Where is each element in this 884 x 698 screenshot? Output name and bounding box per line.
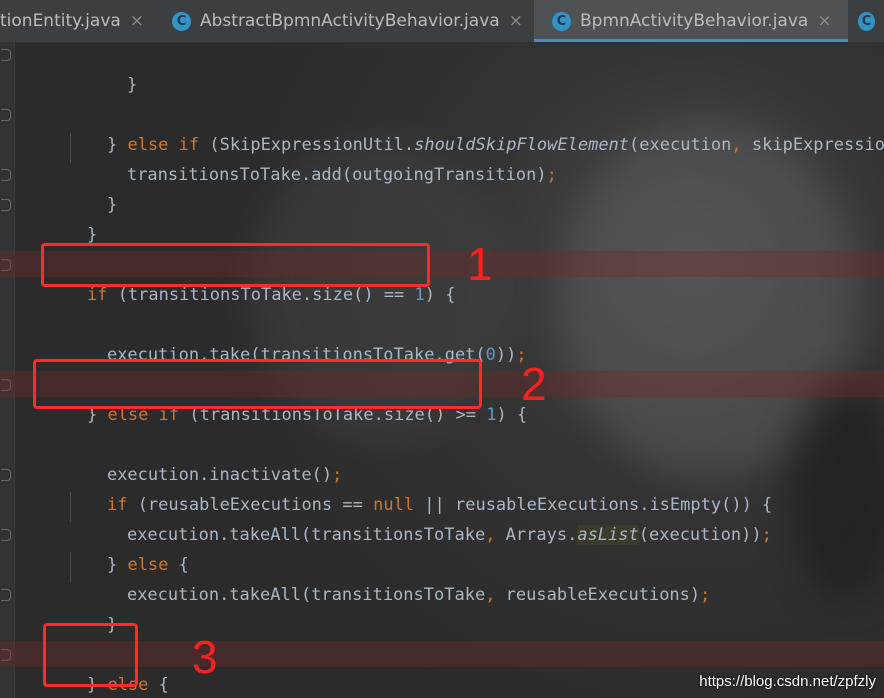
annotation-number-2: 2 xyxy=(521,358,547,410)
fold-icon[interactable] xyxy=(1,109,11,121)
editor-tab-bar: tionEntity.java × C AbstractBpmnActivity… xyxy=(0,0,884,43)
code-line[interactable]: execution.takeAll(transitionsToTake, reu… xyxy=(86,550,710,605)
code-token: )) xyxy=(495,345,517,365)
code-line[interactable]: } xyxy=(86,40,137,95)
annotation-number-1: 1 xyxy=(467,238,493,290)
code-line[interactable]: execution.inactivate(); xyxy=(66,430,342,485)
tab-label: tionEntity.java xyxy=(0,11,121,31)
code-line[interactable]: } xyxy=(46,190,97,245)
code-token: skipExpression)){ xyxy=(751,135,884,155)
code-token: (execution xyxy=(629,135,732,155)
comma-token: , xyxy=(485,525,496,545)
active-tab-indicator xyxy=(534,39,848,42)
close-icon[interactable]: × xyxy=(130,11,144,31)
tab-label: BpmnActivityBehavior.java xyxy=(580,11,809,31)
code-token: (transitionsToTake.size() == xyxy=(117,285,415,305)
close-icon[interactable]: × xyxy=(509,11,523,31)
semicolon-token: ; xyxy=(761,525,772,545)
editor-window: tionEntity.java × C AbstractBpmnActivity… xyxy=(0,0,884,698)
semicolon-token: ; xyxy=(700,585,711,605)
fold-icon[interactable] xyxy=(1,589,11,601)
fold-icon[interactable] xyxy=(1,529,11,541)
code-token: transitionsToTake.add(outgoingTransition… xyxy=(126,165,547,185)
code-token: ) { xyxy=(424,285,456,305)
code-line[interactable]: execution.take(transitionsToTake.get(0))… xyxy=(66,310,527,365)
number-literal: 0 xyxy=(485,345,496,365)
code-line[interactable]: } xyxy=(66,160,117,215)
keyword-if: if xyxy=(86,285,108,305)
code-token: } xyxy=(106,195,118,215)
java-class-icon: C xyxy=(858,11,875,31)
annotation-box-1 xyxy=(41,243,430,287)
watermark: https://blog.csdn.net/zpfzly xyxy=(699,673,876,690)
tab-label: AbstractBpmnActivityBehavior.java xyxy=(200,11,500,31)
code-token: { xyxy=(148,675,169,695)
number-literal: 1 xyxy=(486,405,497,425)
tab-tion-entity[interactable]: tionEntity.java × xyxy=(0,0,160,42)
code-line[interactable]: } xyxy=(66,580,117,635)
close-icon[interactable]: × xyxy=(817,11,831,31)
code-token: } xyxy=(86,225,98,245)
code-token: (execution)) xyxy=(638,525,762,545)
comma-token: , xyxy=(731,135,742,155)
annotation-box-3 xyxy=(43,623,138,687)
code-token: } xyxy=(126,75,138,95)
number-literal: 1 xyxy=(414,285,425,305)
code-line[interactable]: transitionsToTake.add(outgoingTransition… xyxy=(86,130,557,185)
code-line[interactable]: execution.takeAll(transitionsToTake, Arr… xyxy=(86,490,772,545)
fold-icon[interactable] xyxy=(1,199,11,211)
code-line[interactable]: } else if (SkipExpressionUtil.shouldSkip… xyxy=(66,100,884,155)
code-token: Arrays. xyxy=(495,525,578,545)
code-token: execution.takeAll(transitionsToTake xyxy=(126,585,486,605)
code-line[interactable]: if (reusableExecutions == null || reusab… xyxy=(66,460,772,515)
fold-icon[interactable] xyxy=(1,49,11,61)
code-token: reusableExecutions) xyxy=(495,585,701,605)
annotation-box-2 xyxy=(33,359,482,409)
tab-bpmn-activity-behavior[interactable]: C BpmnActivityBehavior.java × xyxy=(534,0,848,42)
fold-icon[interactable] xyxy=(1,169,11,181)
tab-overflow[interactable]: C xyxy=(858,0,884,42)
java-class-icon: C xyxy=(552,11,571,31)
tab-abstract-bpmn-activity-behavior[interactable]: C AbstractBpmnActivityBehavior.java × xyxy=(172,0,532,42)
fold-icon[interactable] xyxy=(1,469,11,481)
java-class-icon: C xyxy=(172,11,191,31)
semicolon-token: ; xyxy=(546,165,557,185)
code-line[interactable]: } else { xyxy=(66,520,189,575)
method-token: asList xyxy=(577,525,639,545)
annotation-number-3: 3 xyxy=(192,631,218,683)
comma-token: , xyxy=(485,585,496,605)
